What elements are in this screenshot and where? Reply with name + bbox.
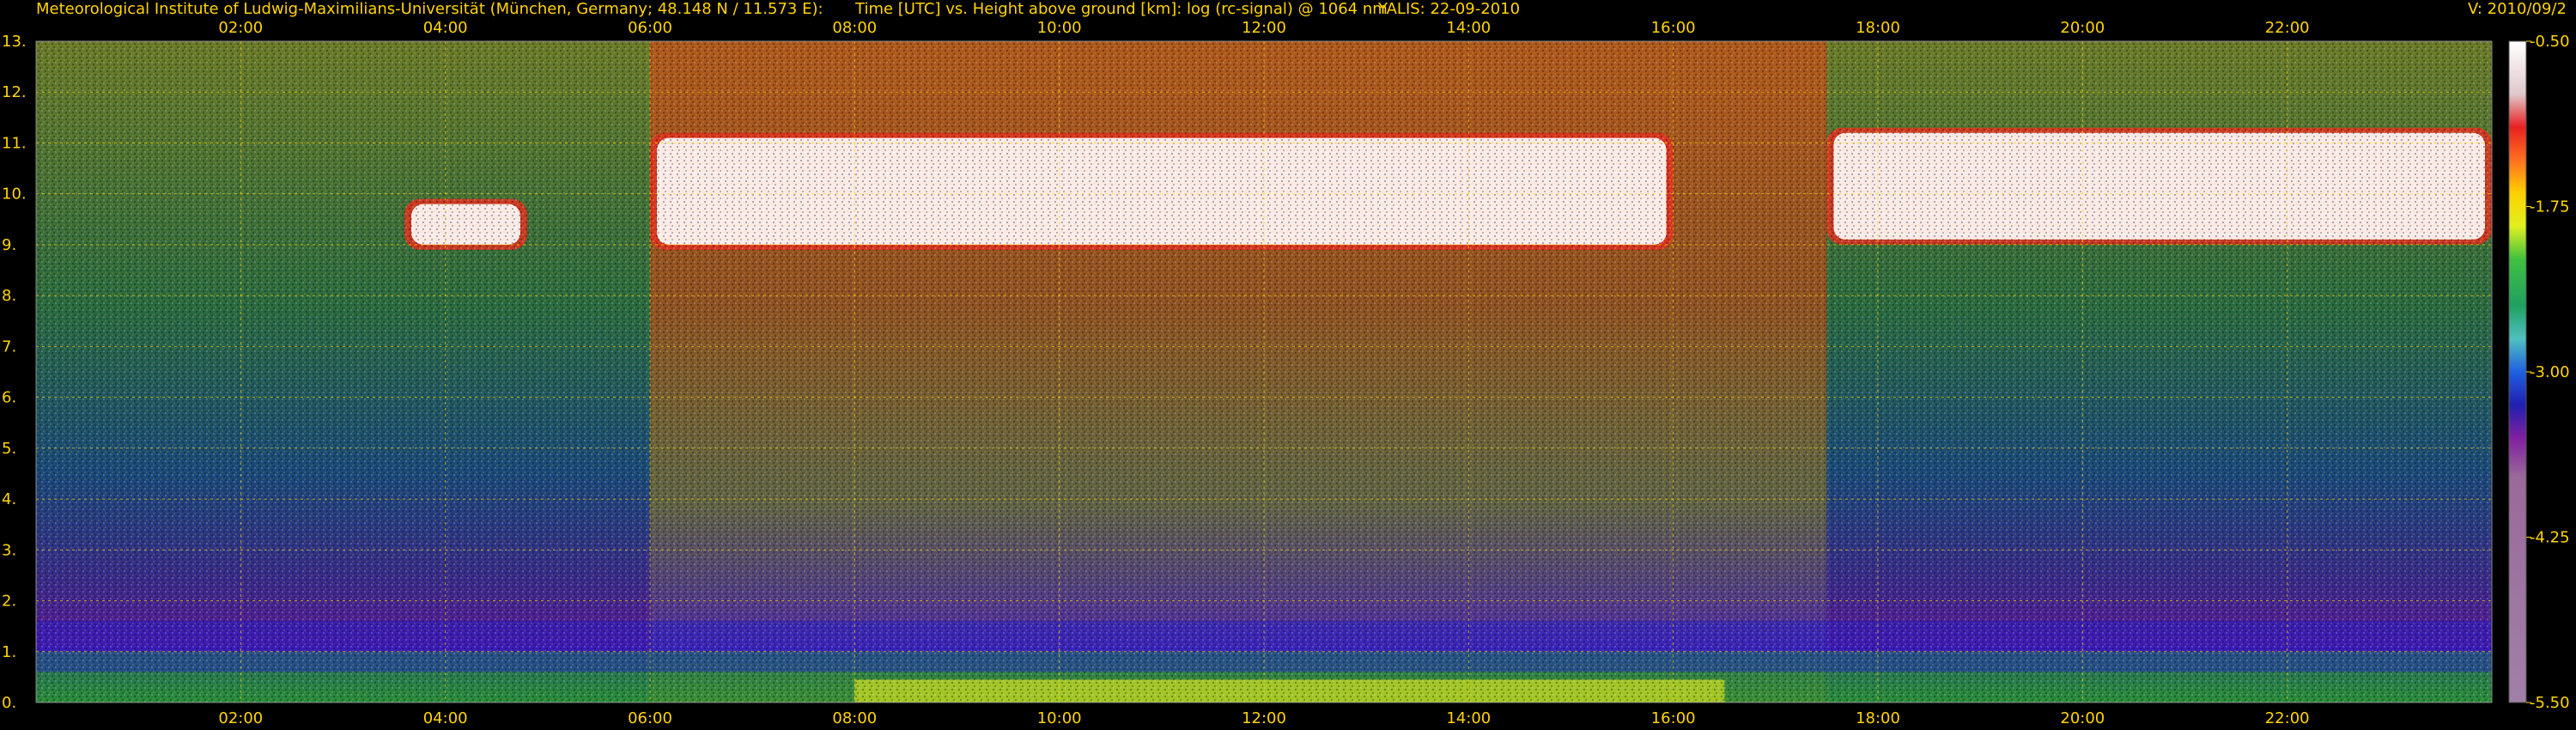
x-tick-label-bottom: 08:00	[832, 709, 877, 727]
x-tick-label-top: 18:00	[1856, 19, 1900, 37]
y-tick-label: 9.	[2, 236, 16, 254]
x-tick-label-top: 06:00	[628, 19, 672, 37]
y-tick-label: 4.	[2, 490, 16, 508]
x-tick-label-bottom: 20:00	[2060, 709, 2105, 727]
colorbar-tick-label: -4.25	[2530, 529, 2570, 547]
y-tick-label: 11.	[2, 134, 27, 152]
x-tick-label-top: 20:00	[2060, 19, 2105, 37]
y-tick-label: 6.	[2, 389, 16, 407]
x-tick-label-bottom: 10:00	[1037, 709, 1082, 727]
colorbar-tick-label: -1.75	[2530, 198, 2570, 216]
x-tick-label-bottom: 18:00	[1856, 709, 1900, 727]
colorbar	[2508, 40, 2527, 703]
y-tick-label: 10.	[2, 186, 27, 204]
x-tick-label-top: 12:00	[1242, 19, 1286, 37]
x-tick-label-bottom: 02:00	[218, 709, 263, 727]
x-tick-label-bottom: 16:00	[1651, 709, 1696, 727]
x-tick-label-top: 04:00	[423, 19, 468, 37]
y-tick-label: 12.	[2, 83, 27, 101]
x-tick-label-top: 16:00	[1651, 19, 1696, 37]
x-tick-label-top: 22:00	[2265, 19, 2310, 37]
y-tick-label: 5.	[2, 440, 16, 458]
x-tick-label-top: 10:00	[1037, 19, 1082, 37]
y-tick-label: 0.	[2, 694, 16, 712]
x-tick-label-top: 14:00	[1446, 19, 1491, 37]
colorbar-tick-label: -3.00	[2530, 363, 2570, 381]
y-tick-label: 1.	[2, 643, 16, 661]
y-tick-label: 13.	[2, 33, 27, 51]
colorbar-tick-label: -0.50	[2530, 33, 2570, 51]
colorbar-tick-label: -5.50	[2530, 694, 2570, 712]
x-tick-label-bottom: 22:00	[2265, 709, 2310, 727]
x-tick-label-bottom: 14:00	[1446, 709, 1491, 727]
x-tick-label-bottom: 04:00	[423, 709, 468, 727]
x-tick-label-bottom: 12:00	[1242, 709, 1286, 727]
y-tick-label: 3.	[2, 541, 16, 559]
y-tick-label: 8.	[2, 287, 16, 305]
x-tick-label-top: 02:00	[218, 19, 263, 37]
y-tick-label: 2.	[2, 593, 16, 611]
x-tick-label-top: 08:00	[832, 19, 877, 37]
x-tick-label-bottom: 06:00	[628, 709, 672, 727]
y-tick-label: 7.	[2, 338, 16, 356]
lidar-heatmap-chart: 02:00 02:00 04:00 04:00 06:00 06:00 08:00 08:00…	[2, 19, 2570, 727]
